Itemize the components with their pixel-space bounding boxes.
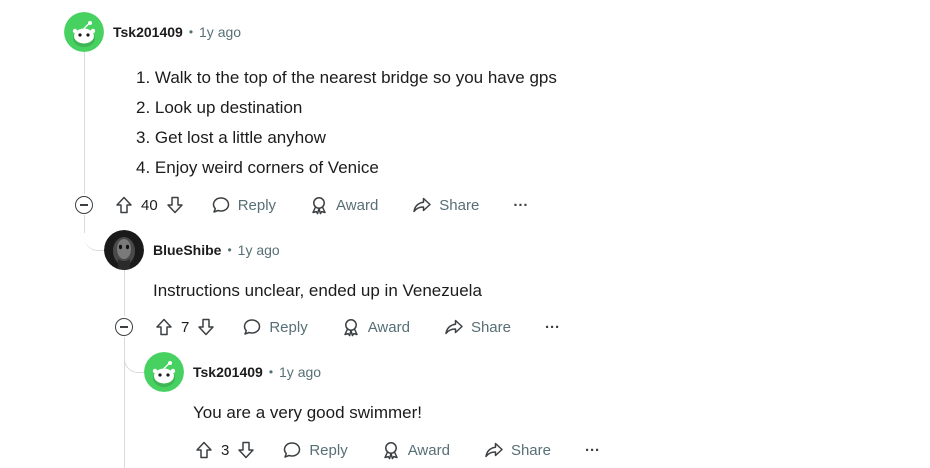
- username[interactable]: Tsk201409: [193, 364, 263, 380]
- share-button[interactable]: Share: [412, 195, 479, 215]
- reply-label: Reply: [309, 441, 348, 459]
- award-ribbon-icon: [312, 197, 326, 215]
- separator-dot: •: [268, 365, 274, 379]
- reply-button[interactable]: Reply: [242, 317, 308, 337]
- vote-count: 3: [221, 441, 230, 459]
- upvote-button[interactable]: [114, 195, 134, 215]
- more-options-button[interactable]: ···: [585, 442, 600, 459]
- thread-connector-2: [84, 232, 104, 251]
- timestamp[interactable]: 1y ago: [279, 364, 321, 380]
- upvote-button[interactable]: [194, 440, 214, 460]
- reply-button[interactable]: Reply: [282, 440, 348, 460]
- share-arrow-icon: [445, 319, 463, 335]
- separator-dot: •: [227, 243, 232, 257]
- separator-dot: •: [188, 25, 194, 39]
- comment-meta: Tsk201409 • 1y ago: [113, 24, 241, 40]
- comment-meta: Tsk201409 • 1y ago: [193, 364, 321, 380]
- dark-profile-photo-icon: [104, 230, 144, 270]
- downvote-button[interactable]: [236, 440, 256, 460]
- list-item: 2. Look up destination: [136, 98, 303, 117]
- list-item: 1. Walk to the top of the nearest bridge…: [136, 68, 557, 87]
- more-options-icon: ···: [513, 196, 529, 214]
- award-ribbon-icon: [343, 319, 358, 337]
- vote-count: 40: [141, 196, 158, 214]
- speech-bubble-icon: [244, 319, 261, 335]
- downvote-arrow-icon: [166, 196, 183, 214]
- share-arrow-icon: [413, 197, 432, 213]
- share-button[interactable]: Share: [484, 440, 551, 460]
- more-options-button[interactable]: ···: [513, 197, 528, 214]
- username[interactable]: BlueShibe: [153, 242, 221, 258]
- thread-connector-3: [124, 352, 145, 373]
- more-options-button[interactable]: ···: [545, 319, 560, 336]
- share-label: Share: [439, 196, 480, 214]
- downvote-button[interactable]: [196, 317, 216, 337]
- collapse-thread-button[interactable]: [115, 318, 133, 336]
- comment-actions: 40 Reply Award Share ···: [114, 190, 528, 220]
- comment-actions: 7 Reply Award Share ···: [154, 312, 560, 342]
- comment-body: You are a very good swimmer!: [193, 403, 422, 422]
- share-arrow-icon: [485, 442, 503, 458]
- upvote-arrow-icon: [196, 441, 212, 459]
- downvote-button[interactable]: [165, 195, 185, 215]
- share-label: Share: [470, 318, 511, 336]
- comment-body: 1. Walk to the top of the nearest bridge…: [136, 63, 557, 183]
- speech-bubble-icon: [212, 197, 229, 213]
- upvote-button[interactable]: [154, 317, 174, 337]
- downvote-arrow-icon: [238, 441, 255, 459]
- award-button[interactable]: Award: [309, 195, 378, 215]
- speech-bubble-icon: [284, 442, 301, 458]
- timestamp[interactable]: 1y ago: [238, 242, 280, 258]
- snoo-avatar-icon: [64, 12, 104, 52]
- more-options-icon: ···: [584, 441, 600, 459]
- award-ribbon-icon: [383, 442, 398, 460]
- comment-body: Instructions unclear, ended up in Venezu…: [153, 281, 482, 300]
- award-label: Award: [407, 441, 450, 459]
- comment-actions: 3 Reply Award Share ···: [194, 435, 600, 465]
- award-button[interactable]: Award: [381, 440, 450, 460]
- snoo-avatar-icon: [144, 352, 184, 392]
- timestamp[interactable]: 1y ago: [199, 24, 241, 40]
- upvote-arrow-icon: [156, 318, 172, 336]
- reply-button[interactable]: Reply: [211, 195, 276, 215]
- more-options-icon: ···: [544, 318, 560, 336]
- instruction-list: 1. Walk to the top of the nearest bridge…: [136, 63, 557, 183]
- comment-meta: BlueShibe • 1y ago: [153, 242, 280, 258]
- avatar[interactable]: [104, 230, 144, 270]
- list-item: 3. Get lost a little anyhow: [136, 128, 326, 147]
- vote-count: 7: [181, 318, 190, 336]
- thread-line-1b[interactable]: [84, 215, 85, 233]
- upvote-arrow-icon: [116, 196, 132, 214]
- thread-line-1[interactable]: [84, 52, 85, 194]
- list-item: 4. Enjoy weird corners of Venice: [136, 158, 379, 177]
- username[interactable]: Tsk201409: [113, 24, 183, 40]
- thread-line-2[interactable]: [124, 270, 125, 316]
- award-button[interactable]: Award: [341, 317, 410, 337]
- avatar[interactable]: [64, 12, 104, 52]
- share-button[interactable]: Share: [444, 317, 511, 337]
- award-label: Award: [336, 196, 379, 214]
- avatar[interactable]: [144, 352, 184, 392]
- share-label: Share: [510, 441, 551, 459]
- reply-label: Reply: [269, 318, 308, 336]
- downvote-arrow-icon: [198, 318, 215, 336]
- award-label: Award: [367, 318, 410, 336]
- collapse-thread-button[interactable]: [75, 196, 93, 214]
- reply-label: Reply: [237, 196, 277, 214]
